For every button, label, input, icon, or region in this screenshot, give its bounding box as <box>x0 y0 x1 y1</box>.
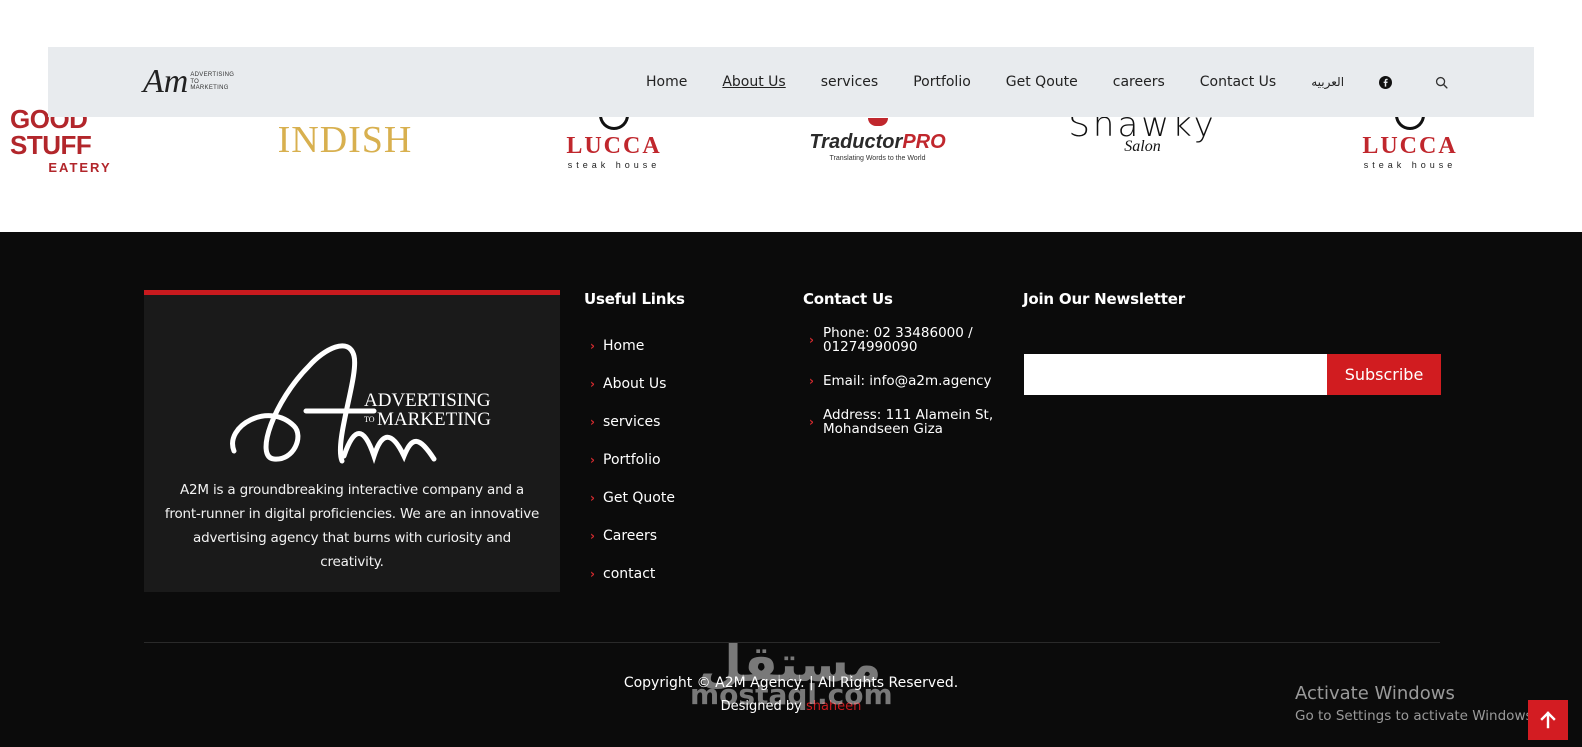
footer-link-get-quote[interactable]: › Get Quote <box>584 479 675 517</box>
newsletter-title: Join Our Newsletter <box>1023 290 1185 308</box>
contact-email-text: Email: info@a2m.agency <box>823 373 992 389</box>
contact-email[interactable]: › Email: info@a2m.agency <box>803 374 998 388</box>
chevron-right-icon: › <box>809 415 814 429</box>
client-logo-text: INDISH <box>277 119 413 161</box>
client-logo-subtext: steak house <box>1363 160 1457 170</box>
chevron-right-icon: › <box>809 374 814 388</box>
contact-phone-text: Phone: 02 33486000 / 01274990090 <box>823 325 973 355</box>
search-icon[interactable] <box>1435 76 1448 89</box>
footer-link-label: About Us <box>603 376 667 392</box>
footer-link-about-us[interactable]: › About Us <box>584 365 675 403</box>
chevron-right-icon: › <box>590 377 595 391</box>
designed-by-prefix: Designed by <box>720 699 806 714</box>
nav-home[interactable]: Home <box>646 74 687 90</box>
nav-about-us[interactable]: About Us <box>722 74 785 90</box>
nav-services[interactable]: services <box>821 74 878 90</box>
footer-link-label: Portfolio <box>603 452 661 468</box>
chevron-right-icon: › <box>590 491 595 505</box>
footer-link-portfolio[interactable]: › Portfolio <box>584 441 675 479</box>
activate-windows-notice: Activate Windows Go to Settings to activ… <box>1295 683 1537 724</box>
brand-subtitle-line1: ADVERTISING <box>190 72 235 79</box>
main-nav: Home About Us services Portfolio Get Qou… <box>646 47 1491 117</box>
activate-windows-subtitle: Go to Settings to activate Windows. <box>1295 708 1537 724</box>
site-footer: ADVERTISING TO MARKETING A2M is a ground… <box>0 232 1582 747</box>
about-description: A2M is a groundbreaking interactive comp… <box>164 482 540 570</box>
client-logo-subtext: EATERY <box>48 159 112 175</box>
arrow-up-icon <box>1540 711 1556 729</box>
facebook-icon[interactable] <box>1379 75 1393 89</box>
chevron-right-icon: › <box>590 567 595 581</box>
client-logo-tagline: Translating Words to the World <box>829 155 926 162</box>
footer-link-contact[interactable]: › contact <box>584 555 675 593</box>
a2m-logo-line2-small: TO <box>364 415 375 424</box>
brand-mark: Am <box>143 63 189 100</box>
client-logo-text-b: PRO <box>902 131 946 153</box>
about-card: ADVERTISING TO MARKETING A2M is a ground… <box>144 290 560 592</box>
newsletter-email-input[interactable] <box>1024 354 1327 395</box>
footer-link-label: contact <box>603 566 656 582</box>
contact-us-title: Contact Us <box>803 290 893 308</box>
nav-contact-us[interactable]: Contact Us <box>1200 74 1276 90</box>
contact-list: › Phone: 02 33486000 / 01274990090 › Email… <box>803 326 998 456</box>
nav-portfolio[interactable]: Portfolio <box>913 74 971 90</box>
site-header: Am ADVERTISING TO MARKETING Home About U… <box>48 47 1534 117</box>
activate-windows-title: Activate Windows <box>1295 683 1455 704</box>
chevron-right-icon: › <box>590 453 595 467</box>
footer-link-label: Careers <box>603 528 658 544</box>
designer-link[interactable]: shaheen <box>806 699 861 714</box>
chevron-right-icon: › <box>590 529 595 543</box>
footer-link-services[interactable]: › services <box>584 403 675 441</box>
client-logo-text-a: Traductor <box>809 131 903 153</box>
useful-links-title: Useful Links <box>584 290 685 308</box>
contact-phone[interactable]: › Phone: 02 33486000 / 01274990090 <box>803 326 998 354</box>
a2m-logo: ADVERTISING TO MARKETING <box>230 343 491 465</box>
brand-logo[interactable]: Am ADVERTISING TO MARKETING <box>143 59 234 105</box>
client-logo-text: LUCCA <box>1362 133 1458 159</box>
back-to-top-button[interactable] <box>1528 700 1568 740</box>
nav-arabic[interactable]: العربيه <box>1311 75 1344 89</box>
contact-address-text: Address: 111 Alamein St, Mohandseen Giza <box>823 407 994 437</box>
nav-careers[interactable]: careers <box>1113 74 1165 90</box>
speech-bubble-icon <box>867 118 888 126</box>
a2m-logo-line1: ADVERTISING <box>364 390 491 411</box>
client-logo-text: LUCCA <box>566 133 662 159</box>
a2m-logo-line2: MARKETING <box>377 409 491 430</box>
chevron-right-icon: › <box>590 415 595 429</box>
client-logo-subtext: Salon <box>1124 138 1161 155</box>
footer-link-label: services <box>603 414 661 430</box>
footer-link-careers[interactable]: › Careers <box>584 517 675 555</box>
chevron-right-icon: › <box>809 333 814 347</box>
useful-links-list: › Home › About Us › services › Portfolio › Ge… <box>584 327 675 593</box>
nav-get-quote[interactable]: Get Qoute <box>1006 74 1078 90</box>
client-logo-text: TraductorPRO <box>809 132 945 152</box>
contact-address: › Address: 111 Alamein St, Mohandseen Giz… <box>803 408 998 436</box>
chevron-right-icon: › <box>590 339 595 353</box>
page: GOOD STUFF EATERY INDISH LUCCA steak hou… <box>0 0 1582 747</box>
footer-link-home[interactable]: › Home <box>584 327 675 365</box>
footer-divider <box>144 642 1440 643</box>
subscribe-button[interactable]: Subscribe <box>1327 354 1441 395</box>
footer-link-label: Get Quote <box>603 490 675 506</box>
brand-subtitle: ADVERTISING TO MARKETING <box>190 72 234 92</box>
brand-subtitle-line2: TO MARKETING <box>190 78 229 92</box>
footer-link-label: Home <box>603 338 645 354</box>
client-logo-subtext: steak house <box>567 160 661 170</box>
